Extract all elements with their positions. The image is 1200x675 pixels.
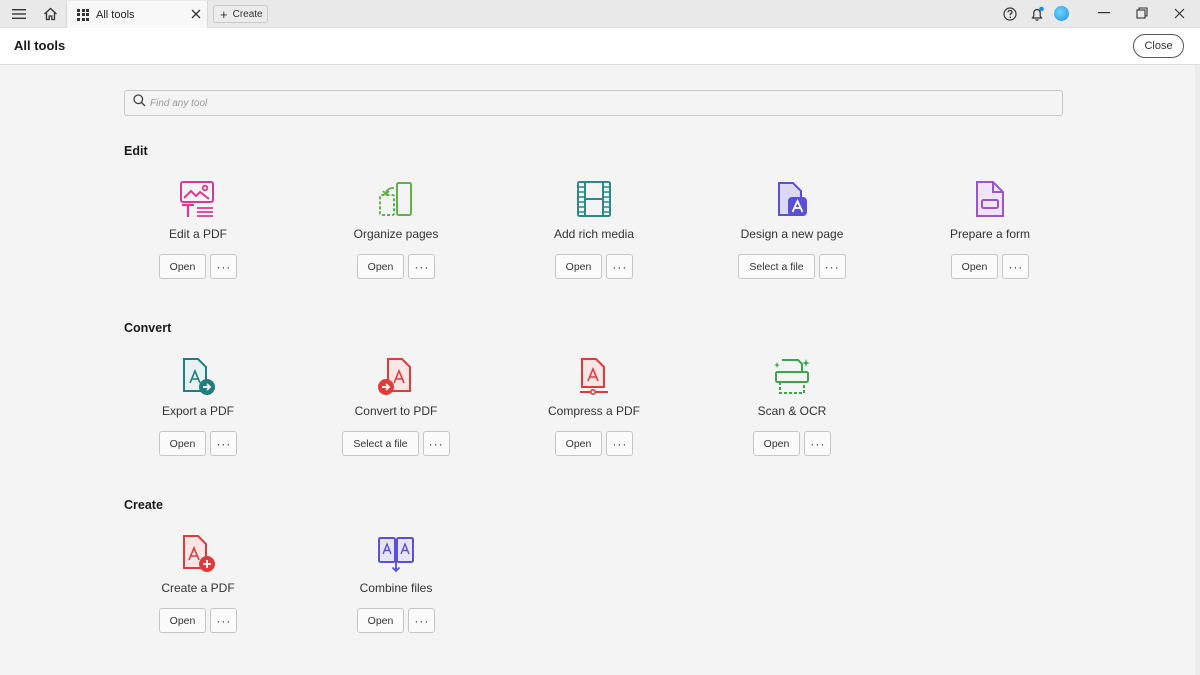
help-icon[interactable]: [999, 4, 1021, 24]
open-button[interactable]: Open: [158, 254, 207, 279]
more-options-button[interactable]: ···: [606, 431, 634, 456]
open-button[interactable]: Open: [554, 431, 603, 456]
tool-compress-pdf: Compress a PDF Open ···: [514, 357, 674, 467]
page-header: All tools Close: [0, 28, 1200, 65]
apps-grid-icon: [77, 8, 89, 21]
tool-organize-pages: Organize pages Open ···: [316, 180, 476, 290]
scrollbar[interactable]: [1195, 65, 1200, 675]
edit-pdf-icon: [178, 180, 218, 220]
open-button[interactable]: Open: [752, 431, 801, 456]
home-icon[interactable]: [39, 4, 61, 24]
notifications-bell-icon[interactable]: [1026, 4, 1048, 24]
more-options-button[interactable]: ···: [210, 608, 238, 633]
tool-label: Compress a PDF: [547, 404, 641, 418]
tool-add-rich-media: Add rich media Open ···: [514, 180, 674, 290]
tool-edit-pdf: Edit a PDF Open ···: [118, 180, 278, 290]
close-window-icon[interactable]: [1169, 4, 1189, 22]
tool-label: Add rich media: [553, 227, 635, 241]
tool-label: Combine files: [359, 581, 433, 595]
search-bar[interactable]: [124, 90, 1063, 116]
design-page-icon: [772, 180, 812, 220]
tool-export-pdf: Export a PDF Open ···: [118, 357, 278, 467]
tool-label: Design a new page: [740, 227, 844, 241]
more-options-button[interactable]: ···: [804, 431, 832, 456]
more-options-button[interactable]: ···: [422, 431, 450, 456]
open-button[interactable]: Open: [950, 254, 999, 279]
rich-media-icon: [574, 180, 614, 220]
tool-label: Prepare a form: [949, 227, 1031, 241]
minimize-icon[interactable]: [1094, 4, 1114, 22]
convert-pdf-icon: [376, 357, 416, 397]
open-button[interactable]: Open: [356, 608, 405, 633]
create-tab-label: Create: [232, 8, 263, 20]
tab-label: All tools: [96, 8, 135, 21]
open-button[interactable]: Open: [158, 431, 207, 456]
combine-files-icon: [376, 534, 416, 574]
tool-label: Export a PDF: [161, 404, 235, 418]
tool-label: Organize pages: [353, 227, 439, 241]
section-title-edit: Edit: [124, 144, 148, 158]
tool-label: Convert to PDF: [354, 404, 438, 418]
tab-all-tools[interactable]: All tools: [66, 1, 208, 28]
create-tab-button[interactable]: + Create: [213, 5, 268, 23]
scan-ocr-icon: [772, 357, 812, 397]
open-button[interactable]: Open: [158, 608, 207, 633]
more-options-button[interactable]: ···: [818, 254, 846, 279]
open-button[interactable]: Open: [554, 254, 603, 279]
user-avatar[interactable]: [1054, 6, 1069, 21]
restore-icon[interactable]: [1132, 4, 1152, 22]
search-icon: [133, 94, 146, 112]
tool-convert-to-pdf: Convert to PDF Select a file ···: [316, 357, 476, 467]
title-bar: All tools + Create: [0, 0, 1200, 28]
page-title: All tools: [14, 38, 66, 53]
section-title-convert: Convert: [124, 321, 172, 335]
section-title-create: Create: [124, 498, 163, 512]
more-options-button[interactable]: ···: [408, 608, 436, 633]
tool-prepare-form: Prepare a form Open ···: [910, 180, 1070, 290]
tool-label: Scan & OCR: [757, 404, 827, 418]
search-input[interactable]: [150, 97, 1030, 109]
more-options-button[interactable]: ···: [408, 254, 436, 279]
tool-combine-files: Combine files Open ···: [316, 534, 476, 644]
more-options-button[interactable]: ···: [606, 254, 634, 279]
tool-scan-ocr: Scan & OCR Open ···: [712, 357, 872, 467]
select-file-button[interactable]: Select a file: [738, 254, 815, 279]
create-pdf-icon: [178, 534, 218, 574]
menu-icon[interactable]: [8, 4, 30, 24]
more-options-button[interactable]: ···: [1002, 254, 1030, 279]
compress-pdf-icon: [574, 357, 614, 397]
plus-icon: +: [220, 6, 228, 22]
close-button[interactable]: Close: [1133, 34, 1184, 58]
tool-label: Create a PDF: [161, 581, 235, 595]
tool-create-pdf: Create a PDF Open ···: [118, 534, 278, 644]
organize-pages-icon: [376, 180, 416, 220]
tool-design-new-page: Design a new page Select a file ···: [712, 180, 872, 290]
open-button[interactable]: Open: [356, 254, 405, 279]
export-pdf-icon: [178, 357, 218, 397]
tool-label: Edit a PDF: [168, 227, 228, 241]
close-tab-icon[interactable]: [191, 6, 201, 23]
select-file-button[interactable]: Select a file: [342, 431, 419, 456]
more-options-button[interactable]: ···: [210, 431, 238, 456]
prepare-form-icon: [970, 180, 1010, 220]
more-options-button[interactable]: ···: [210, 254, 238, 279]
